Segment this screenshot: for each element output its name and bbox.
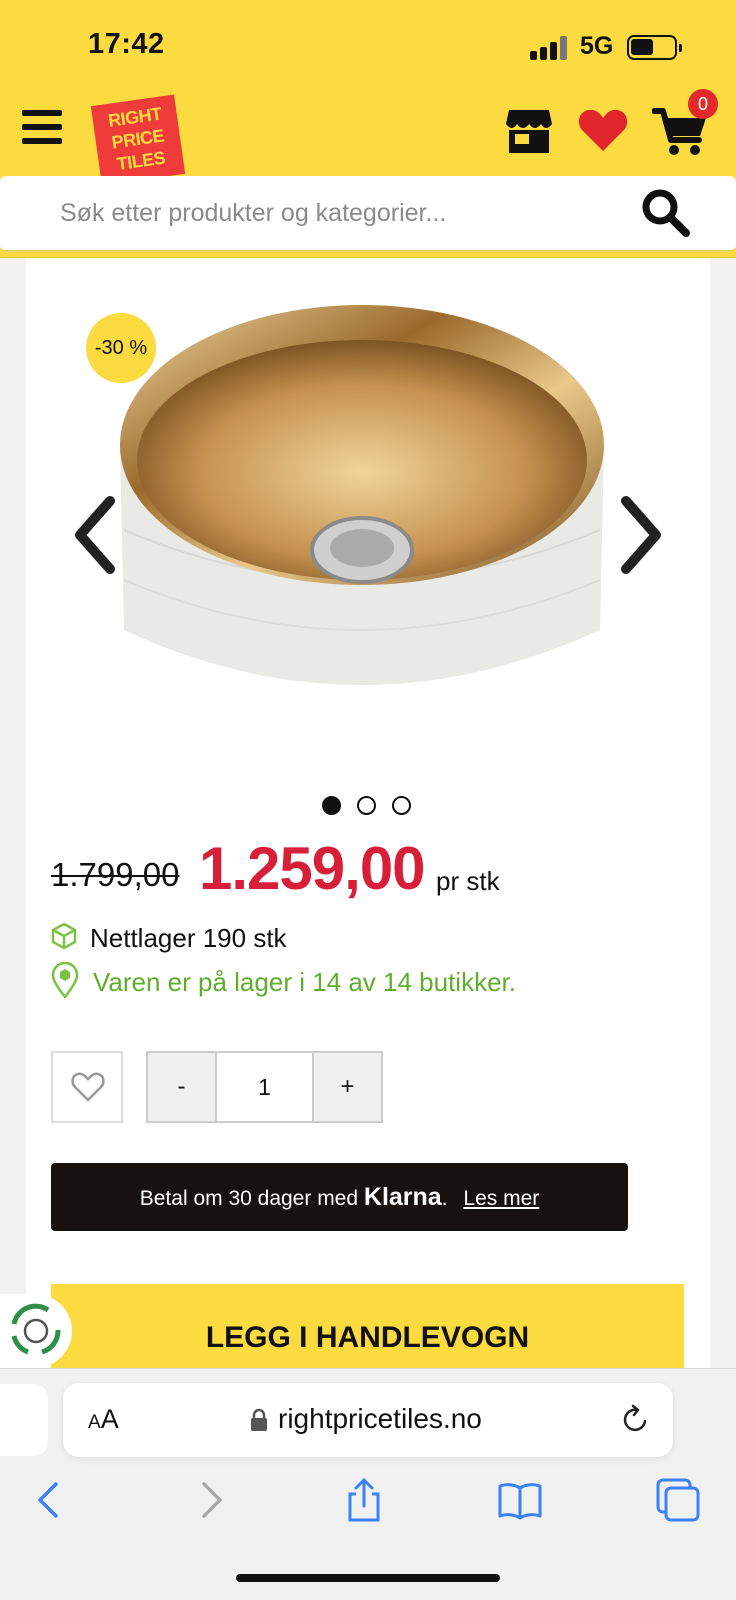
- search-input[interactable]: Søk etter produkter og kategorier...: [0, 176, 736, 252]
- klarna-banner: Betal om 30 dager med Klarna. Les mer: [51, 1163, 628, 1231]
- site-header: 17:42 5G RIGHT PRICE TILES 0 Søk etter p…: [0, 0, 736, 258]
- discount-badge: -30 %: [86, 313, 156, 383]
- previous-image-arrow-icon[interactable]: [70, 495, 120, 575]
- klarna-read-more-link[interactable]: Les mer: [463, 1187, 539, 1210]
- signal-icon: [530, 36, 570, 60]
- status-bar: 17:42 5G: [0, 0, 736, 92]
- reload-icon[interactable]: [619, 1404, 651, 1436]
- recycle-icon: [11, 1303, 61, 1355]
- add-to-cart-button[interactable]: LEGG I HANDLEVOGN: [51, 1284, 684, 1368]
- home-indicator: [236, 1574, 500, 1582]
- lock-icon: [251, 1408, 267, 1431]
- klarna-logo: Klarna: [363, 1183, 442, 1211]
- quantity-stepper: - 1 +: [146, 1051, 383, 1123]
- store-icon[interactable]: [505, 108, 553, 154]
- aa-small: A: [88, 1412, 101, 1433]
- old-price: 1.799,00: [51, 856, 180, 893]
- box-icon: [51, 922, 77, 950]
- aa-large: A: [100, 1404, 119, 1434]
- next-image-arrow-icon[interactable]: [616, 495, 666, 575]
- search-icon[interactable]: [640, 187, 692, 239]
- add-to-wishlist-button[interactable]: [51, 1051, 123, 1123]
- image-dot-2[interactable]: [357, 796, 376, 815]
- increase-quantity-button[interactable]: +: [314, 1053, 381, 1121]
- product-image[interactable]: [110, 300, 630, 730]
- image-dot-3[interactable]: [392, 796, 411, 815]
- heart-icon[interactable]: [578, 108, 628, 152]
- klarna-text: Betal om 30 dager med: [139, 1187, 359, 1210]
- url-text: rightpricetiles.no: [278, 1403, 482, 1434]
- store-stock-text: Varen er på lager i 14 av 14 butikker.: [93, 967, 516, 997]
- battery-icon: [627, 35, 682, 60]
- search-placeholder: Søk etter produkter og kategorier...: [60, 199, 447, 227]
- klarna-period: .: [441, 1187, 448, 1210]
- cart-count-badge: 0: [688, 89, 718, 119]
- bookmarks-icon[interactable]: [498, 1478, 542, 1522]
- decrease-quantity-button[interactable]: -: [148, 1053, 215, 1121]
- logo[interactable]: RIGHT PRICE TILES: [90, 94, 186, 186]
- network-label: 5G: [580, 32, 614, 60]
- back-arrow-icon[interactable]: [28, 1478, 72, 1522]
- online-stock-text: Nettlager 190 stk: [90, 923, 287, 953]
- sale-price: 1.259,00: [199, 835, 426, 902]
- image-dot-1[interactable]: [322, 796, 341, 815]
- price-unit: pr stk: [436, 866, 500, 896]
- menu-icon[interactable]: [22, 110, 62, 146]
- previous-tab-preview[interactable]: [0, 1384, 48, 1456]
- share-icon[interactable]: [342, 1478, 386, 1522]
- heart-outline-icon: [71, 1072, 105, 1102]
- reader-settings-button[interactable]: AA: [88, 1404, 119, 1435]
- status-time: 17:42: [88, 28, 165, 60]
- image-pagination: [322, 796, 422, 816]
- forward-arrow-icon[interactable]: [188, 1478, 232, 1522]
- quantity-input[interactable]: 1: [215, 1053, 314, 1121]
- store-location-icon: [51, 962, 79, 998]
- recycle-badge[interactable]: [0, 1294, 72, 1368]
- tabs-icon[interactable]: [656, 1478, 700, 1522]
